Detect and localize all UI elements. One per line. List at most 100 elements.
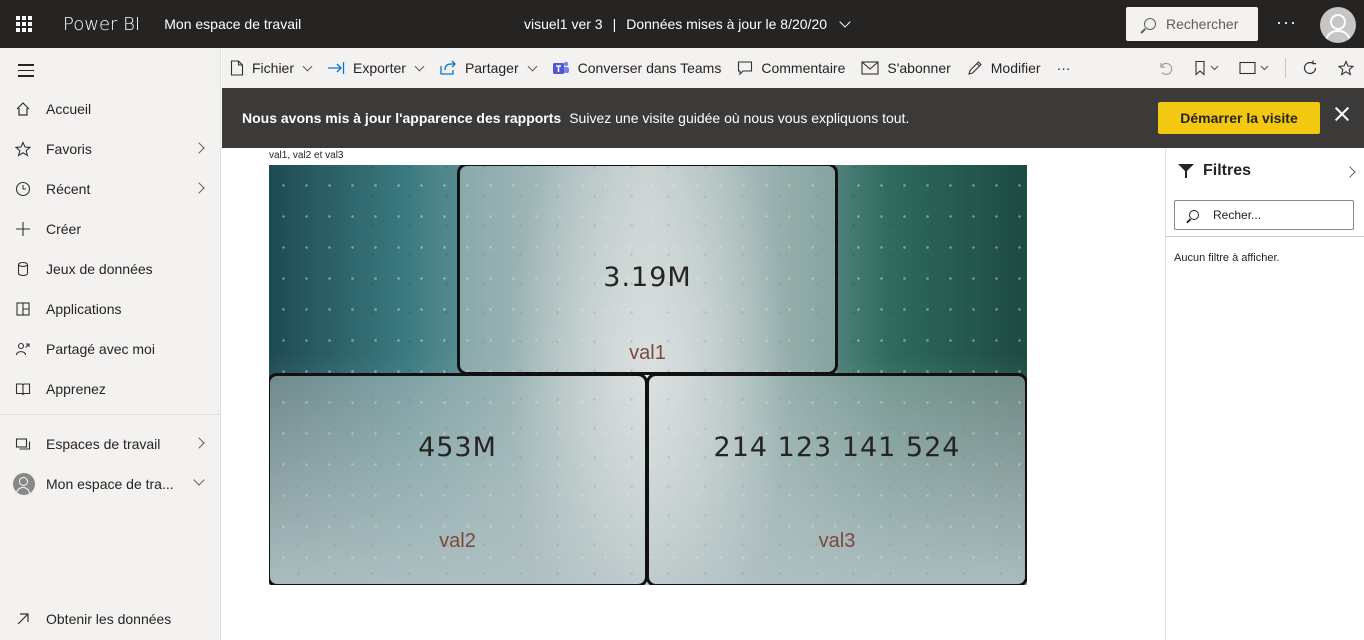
bookmark-icon[interactable] [1183,48,1231,88]
chevron-right-icon[interactable] [1344,166,1356,178]
database-icon [0,261,46,277]
banner-headline: Nous avons mis à jour l'apparence des ra… [242,110,562,126]
more-label: ··· [1056,60,1071,76]
share-icon [439,60,457,76]
avatar[interactable] [1320,7,1356,43]
nav-label: Obtenir les données [46,611,172,627]
nav-item-home[interactable]: Accueil [0,89,221,129]
global-search-input[interactable]: Rechercher [1126,7,1258,41]
nav-item-get-data[interactable]: Obtenir les données [0,599,221,639]
report-canvas: val1, val2 et val3 3.19M val1 453M val2 … [222,148,1165,640]
nav-item-create[interactable]: Créer [0,209,221,249]
edit-button[interactable]: Modifier [959,48,1049,88]
card-label: val2 [439,530,476,552]
nav-item-learn[interactable]: Apprenez [0,369,221,409]
brand-name[interactable]: Power BI [63,14,140,35]
card-label: val3 [818,530,856,552]
nav-item-favorites[interactable]: Favoris [0,129,221,169]
workspace-avatar-wrap [0,473,46,495]
search-icon [1189,210,1199,220]
nav-item-my-workspace[interactable]: Mon espace de tra... [0,464,221,504]
nav-label: Partagé avec moi [46,341,155,357]
card-val2[interactable]: 453M val2 [269,373,648,585]
nav-item-datasets[interactable]: Jeux de données [0,249,221,289]
undo-icon[interactable] [1147,48,1183,88]
file-icon [230,60,244,76]
export-menu-button[interactable]: Exporter [319,48,431,88]
report-title: visuel1 ver 3 [524,16,603,32]
card-value: 3.19M [603,262,692,293]
hamburger-menu-icon[interactable] [18,64,34,81]
banner-text: Suivez une visite guidée où nous vous ex… [569,110,910,126]
card-label: val1 [629,342,666,364]
search-icon [1144,18,1156,30]
star-icon[interactable] [1328,48,1364,88]
comment-label: Commentaire [761,60,846,76]
start-tour-button[interactable]: Démarrer la visite [1158,102,1320,134]
title-separator: | [612,16,617,32]
nav-label: Applications [46,301,122,317]
share-menu-button[interactable]: Partager [431,48,544,88]
teams-chat-button[interactable]: Converser dans Teams [544,48,730,88]
nav-item-recent[interactable]: Récent [0,169,221,209]
nav-divider [0,414,221,415]
toolbar-more-button[interactable]: ··· [1049,48,1079,88]
plus-icon [0,221,46,237]
search-placeholder: Rechercher [1166,16,1239,32]
nav-label: Récent [46,181,91,197]
close-icon[interactable] [1334,106,1350,122]
chevron-down-icon [193,474,205,486]
more-options-button[interactable]: ··· [1276,12,1297,33]
chevron-down-icon [527,61,538,71]
report-title-bar[interactable]: visuel1 ver 3 | Données mises à jour le … [524,0,853,48]
card-val1[interactable]: 3.19M val1 [457,165,838,375]
filters-empty-text: Aucun filtre à afficher. [1174,252,1280,264]
comment-button[interactable]: Commentaire [729,48,853,88]
nav-label: Accueil [46,101,92,117]
filters-search-input[interactable]: Recher... [1174,200,1354,230]
edit-label: Modifier [990,60,1041,76]
refresh-icon[interactable] [1292,48,1328,88]
card-value: 214 123 141 524 [713,432,961,463]
filters-header[interactable]: Filtres [1178,162,1251,180]
pencil-icon [967,60,983,76]
chevron-down-icon[interactable] [839,16,851,28]
subscribe-button[interactable]: S'abonner [853,48,958,88]
file-label: Fichier [252,60,295,76]
nav-label: Jeux de données [46,261,153,277]
toolbar-right-group [1147,48,1364,88]
book-icon [0,381,46,397]
toolbar-divider [1285,58,1286,78]
filters-title: Filtres [1203,162,1252,179]
left-navigation: Accueil Favoris Récent Créer Jeux de don… [0,48,221,640]
teams-label: Converser dans Teams [577,60,722,76]
card-val3[interactable]: 214 123 141 524 val3 [646,373,1027,585]
subscribe-label: S'abonner [887,60,951,76]
filters-divider [1166,236,1364,237]
share-label: Partager [464,60,519,76]
nav-item-shared[interactable]: Partagé avec moi [0,329,221,369]
chevron-down-icon [302,61,313,71]
apps-icon [0,301,46,317]
filters-pane: Filtres Recher... Aucun filtre à affiche… [1165,148,1364,640]
nav-label: Créer [46,221,82,237]
report-toolbar: Fichier Exporter Partager Converser dans… [222,48,1364,88]
card-value: 453M [418,432,497,463]
app-launcher-button[interactable] [0,0,48,48]
card-visual[interactable]: 3.19M val1 453M val2 214 123 141 524 val… [269,165,1027,585]
nav-label: Favoris [46,141,92,157]
filter-icon [1178,163,1194,179]
update-banner: Nous avons mis à jour l'apparence des ra… [222,88,1364,148]
teams-icon [552,60,570,76]
waffle-icon [16,16,32,32]
comment-icon [737,60,753,76]
avatar [13,473,35,495]
view-icon[interactable] [1231,48,1279,88]
nav-item-apps[interactable]: Applications [0,289,221,329]
workspace-link[interactable]: Mon espace de travail [164,16,301,32]
file-menu-button[interactable]: Fichier [222,48,319,88]
nav-label: Espaces de travail [46,436,161,452]
nav-item-workspaces[interactable]: Espaces de travail [0,424,221,464]
arrow-up-right-icon [0,611,46,627]
shared-icon [0,341,46,357]
